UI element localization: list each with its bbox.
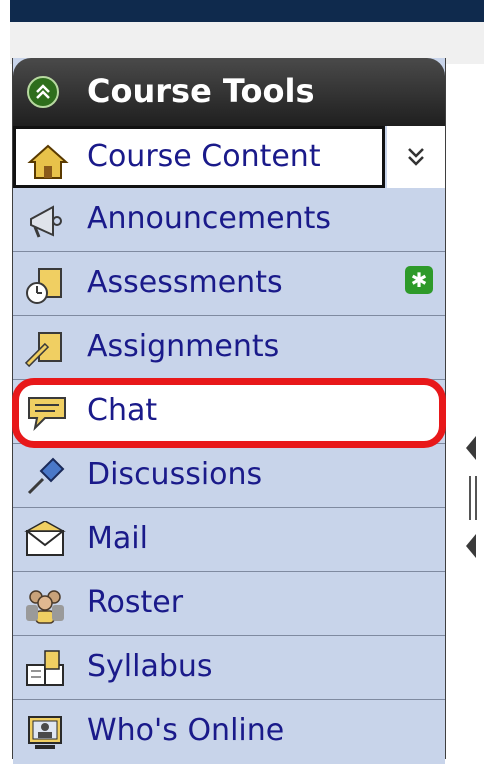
monitor-user-icon [28,716,62,749]
tool-item-label: Assignments [87,329,280,364]
tool-item-label: Course Content [87,139,321,174]
tool-item-assignments[interactable]: Assignments [13,316,445,380]
tool-item-label: Who's Online [87,713,285,748]
top-navigation-bar [10,0,484,22]
course-tools-header[interactable]: Course Tools [13,58,445,126]
tool-item-mail[interactable]: Mail [13,508,445,572]
panel-title: Course Tools [87,72,315,110]
tool-item-whos-online[interactable]: Who's Online [13,700,445,764]
book-icon [26,650,64,686]
chat-bubble-icon [28,397,66,432]
collapse-panel-handle[interactable] [462,430,484,570]
envelope-icon [24,521,66,556]
tool-item-assessments[interactable]: Assessments ✱ [13,252,445,316]
assessment-clock-icon [26,268,62,304]
tool-item-label: Mail [87,521,148,556]
tool-item-announcements[interactable]: Announcements [13,188,445,252]
tool-item-roster[interactable]: Roster [13,572,445,636]
people-icon [26,590,64,624]
tool-item-label: Roster [87,585,184,620]
chevron-double-down-icon[interactable] [387,126,445,188]
chevron-double-up-icon[interactable] [27,76,59,108]
tool-item-syllabus[interactable]: Syllabus [13,636,445,700]
tool-item-label: Syllabus [87,649,213,684]
tool-item-chat[interactable]: Chat [12,378,446,448]
tool-item-label: Announcements [87,201,331,236]
new-item-icon: ✱ [405,266,433,294]
pushpin-icon [27,457,65,495]
home-icon [27,144,69,179]
assignment-pencil-icon [24,332,62,368]
megaphone-icon [30,205,62,238]
tool-item-discussions[interactable]: Discussions [13,444,445,508]
tool-item-label: Chat [87,393,158,428]
tool-item-label: Assessments [87,265,283,300]
tool-item-label: Discussions [87,457,263,492]
tool-item-course-content[interactable]: Course Content [13,126,385,188]
